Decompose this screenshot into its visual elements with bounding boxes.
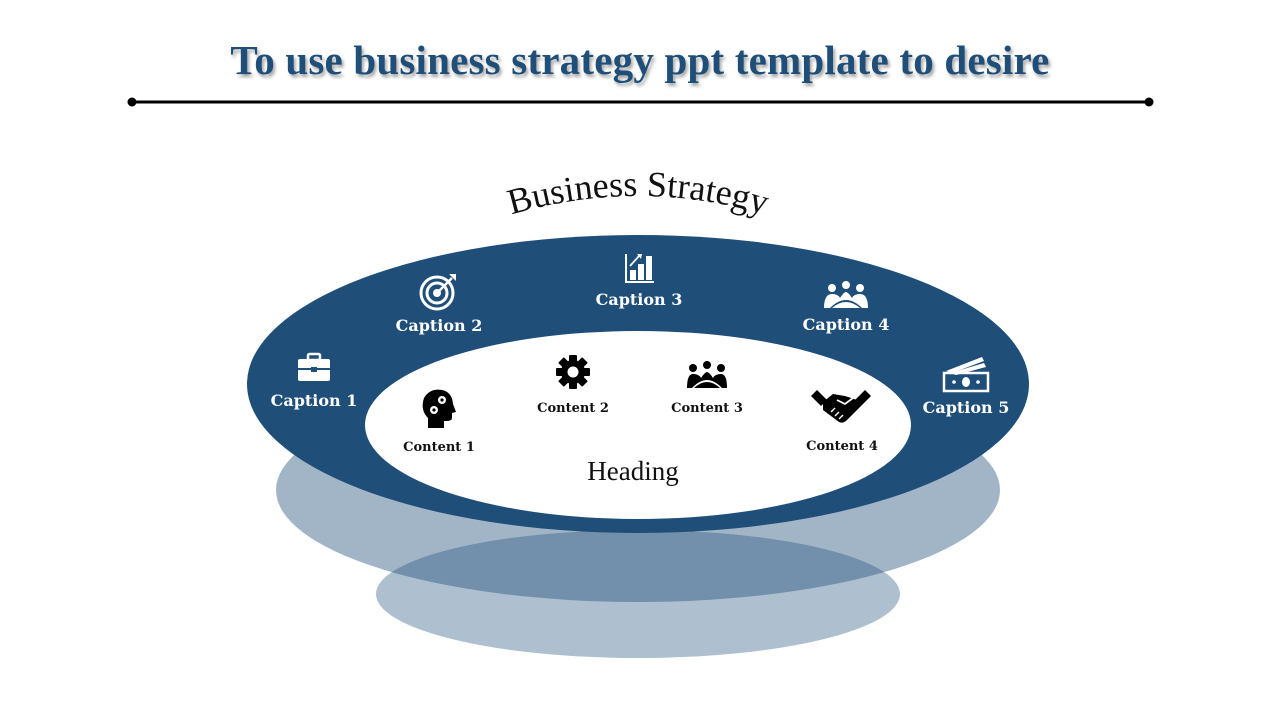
center-heading: Heading: [587, 456, 678, 486]
caption-3-label: Caption 3: [596, 290, 683, 309]
caption-2-label: Caption 2: [396, 316, 483, 335]
caption-1-label: Caption 1: [271, 391, 358, 410]
base-ellipse-bottom: [376, 530, 900, 658]
inner-disc: [365, 331, 911, 519]
gear-icon: [556, 355, 590, 389]
content-2-label: Content 2: [537, 401, 609, 416]
caption-5-label: Caption 5: [923, 398, 1010, 417]
content-3-label: Content 3: [671, 401, 743, 416]
content-1-label: Content 1: [403, 440, 475, 455]
title-divider: [127, 97, 1154, 107]
team-icon: [687, 361, 727, 388]
diagram-canvas: Business Strategy Caption 1 Caption 2 Ca…: [127, 97, 1154, 658]
arc-title: Business Strategy: [503, 164, 773, 222]
meeting-icon: [824, 281, 868, 308]
caption-4-label: Caption 4: [803, 315, 890, 334]
content-4-label: Content 4: [806, 439, 878, 454]
